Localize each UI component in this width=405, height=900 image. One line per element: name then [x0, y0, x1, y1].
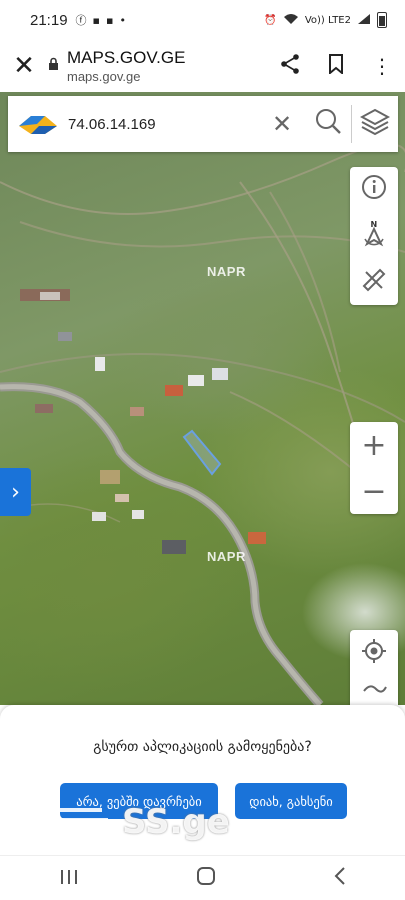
bookmark-icon[interactable]: [313, 53, 359, 79]
close-icon[interactable]: ✕: [0, 51, 48, 81]
compass-button[interactable]: N: [350, 213, 398, 259]
watermark-stripes-icon: [56, 808, 108, 842]
info-icon: [360, 174, 388, 206]
more-options-icon[interactable]: ⋮: [359, 54, 405, 78]
zoom-in-button[interactable]: +: [350, 422, 398, 468]
message-icon: ▪: [106, 13, 114, 27]
street-view-icon: [360, 681, 388, 701]
alarm-icon: ⏰: [264, 14, 277, 26]
chevron-right-icon: ›: [11, 479, 20, 505]
close-icon: ✕: [271, 110, 293, 138]
notification-icons: ⓕ ▪ ▪ •: [76, 12, 126, 28]
crosshair-icon: [360, 637, 388, 669]
search-bar: 74.06.14.169 ✕: [8, 96, 398, 152]
status-bar: 21:19 ⓕ ▪ ▪ • ⏰ Vo)) LTE2: [0, 0, 405, 40]
ss-ge-watermark: SS.ge: [52, 802, 230, 842]
back-icon[interactable]: [333, 866, 347, 891]
volte-label: Vo)) LTE2: [304, 14, 351, 26]
plus-icon: +: [361, 427, 387, 463]
zoom-out-button[interactable]: −: [350, 468, 398, 514]
layers-icon: [359, 106, 391, 142]
minus-icon: −: [361, 473, 387, 509]
lock-icon: [48, 57, 59, 75]
map-tools: N: [350, 167, 398, 305]
share-icon[interactable]: [267, 53, 313, 80]
recents-icon[interactable]: [59, 866, 79, 890]
watermark-text: SS.ge: [122, 802, 230, 842]
layers-button[interactable]: [352, 96, 398, 152]
prompt-question: გსურთ აპლიკაციის გამოყენება?: [93, 739, 312, 755]
battery-icon: [377, 12, 387, 28]
napr-watermark: NAPR: [207, 264, 246, 279]
home-icon[interactable]: [196, 866, 216, 891]
page-info[interactable]: MAPS.GOV.GE maps.gov.ge: [67, 48, 267, 84]
facebook-icon: ⓕ: [75, 14, 87, 27]
locate-me-button[interactable]: [350, 630, 398, 676]
dot-icon: •: [119, 13, 126, 27]
system-navigation-bar: [0, 855, 405, 900]
ruler-pencil-icon: [360, 266, 388, 298]
clear-search-button[interactable]: ✕: [259, 96, 305, 152]
zoom-controls: + −: [350, 422, 398, 514]
compass-icon: N: [359, 219, 389, 253]
info-button[interactable]: [350, 167, 398, 213]
signal-icon: [357, 13, 371, 28]
location-controls: [350, 630, 398, 705]
search-button[interactable]: [305, 96, 351, 152]
search-input[interactable]: 74.06.14.169: [68, 116, 259, 133]
wifi-icon: [283, 13, 299, 28]
search-icon: [314, 107, 342, 141]
message-icon: ▪: [92, 13, 101, 27]
browser-toolbar: ✕ MAPS.GOV.GE maps.gov.ge ⋮: [0, 40, 405, 92]
napr-logo[interactable]: [8, 96, 68, 152]
map-terrain: [0, 143, 405, 705]
status-time: 21:19: [30, 11, 68, 29]
page-title: MAPS.GOV.GE: [67, 48, 186, 67]
page-url: maps.gov.ge: [67, 69, 141, 84]
status-icons: ⏰ Vo)) LTE2: [264, 12, 387, 28]
open-app-button[interactable]: დიახ, გახსენი: [235, 783, 347, 819]
expand-panel-button[interactable]: ›: [0, 468, 31, 516]
measure-button[interactable]: [350, 259, 398, 305]
napr-watermark: NAPR: [207, 549, 246, 564]
map-view[interactable]: NAPR NAPR › N + −: [0, 92, 405, 705]
street-view-button[interactable]: [350, 676, 398, 705]
